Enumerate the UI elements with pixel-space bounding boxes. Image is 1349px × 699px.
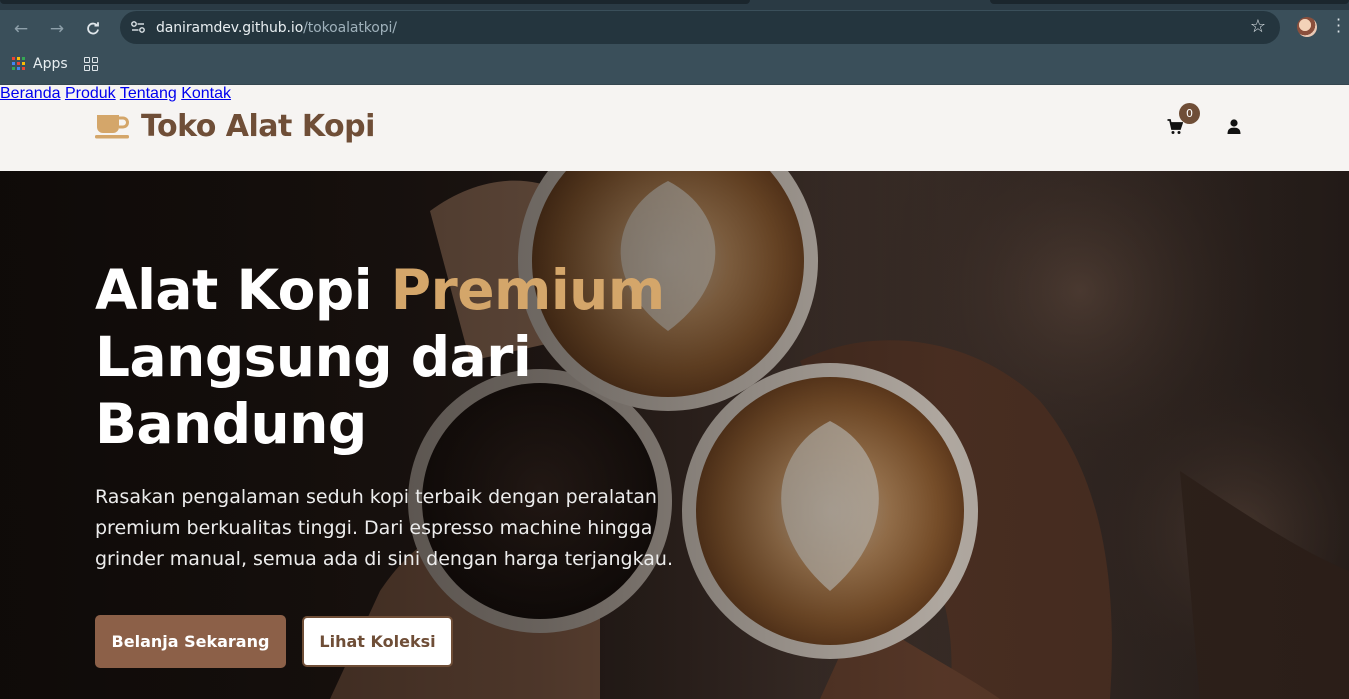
main-nav: Beranda Produk Tentang Kontak: [0, 85, 1349, 103]
hero-title-accent: Premium: [390, 258, 665, 322]
url-path: /tokoalatkopi/: [303, 20, 397, 36]
shopping-cart-icon[interactable]: [1167, 119, 1183, 135]
reload-icon: [87, 22, 99, 35]
site-info-icon[interactable]: [130, 19, 146, 35]
site-logo[interactable]: Toko Alat Kopi: [141, 109, 375, 144]
url-host: daniramdev.github.io: [156, 20, 304, 36]
user-icon[interactable]: [1227, 119, 1241, 134]
site-header: Toko Alat Kopi Beranda Produk Tentang Ko…: [0, 85, 1349, 171]
nav-link-kontak[interactable]: Kontak: [181, 85, 231, 102]
arrow-left-icon: ←: [13, 19, 29, 39]
apps-grid-icon[interactable]: [12, 57, 25, 70]
nav-link-beranda[interactable]: Beranda: [0, 85, 61, 102]
tab-groups-icon[interactable]: [84, 57, 98, 71]
forward-button[interactable]: →: [44, 16, 70, 42]
hero-title-part1: Alat Kopi: [95, 258, 391, 322]
browser-menu-icon[interactable]: · · ·: [1336, 12, 1342, 40]
address-bar[interactable]: daniramdev.github.io/tokoalatkopi/ ☆: [120, 11, 1280, 44]
hero-title-part2: Langsung dari Bandung: [95, 325, 532, 456]
shop-now-button[interactable]: Belanja Sekarang: [95, 615, 286, 668]
cart-count-badge: 0: [1179, 103, 1200, 124]
nav-link-produk[interactable]: Produk: [65, 85, 116, 102]
bookmarks-bar: [0, 48, 1349, 85]
hero-description: Rasakan pengalaman seduh kopi terbaik de…: [95, 486, 674, 570]
apps-bookmark[interactable]: Apps: [33, 56, 68, 72]
mug-icon: [95, 115, 129, 139]
bookmark-star-icon[interactable]: ☆: [1250, 16, 1266, 37]
view-collection-button[interactable]: Lihat Koleksi: [302, 616, 453, 667]
url-text[interactable]: daniramdev.github.io/tokoalatkopi/: [156, 20, 397, 36]
back-button[interactable]: ←: [8, 16, 34, 42]
hero-title: Alat Kopi Premium Langsung dari Bandung: [95, 257, 715, 458]
inactive-tab[interactable]: [990, 0, 1349, 4]
arrow-right-icon: →: [49, 19, 65, 39]
nav-link-tentang[interactable]: Tentang: [120, 85, 177, 102]
tab-strip: [0, 0, 1349, 10]
hero-section: Alat Kopi Premium Langsung dari Bandung R…: [0, 171, 1349, 699]
profile-avatar[interactable]: [1297, 17, 1317, 37]
active-tab[interactable]: [0, 0, 750, 4]
reload-button[interactable]: [80, 16, 106, 42]
